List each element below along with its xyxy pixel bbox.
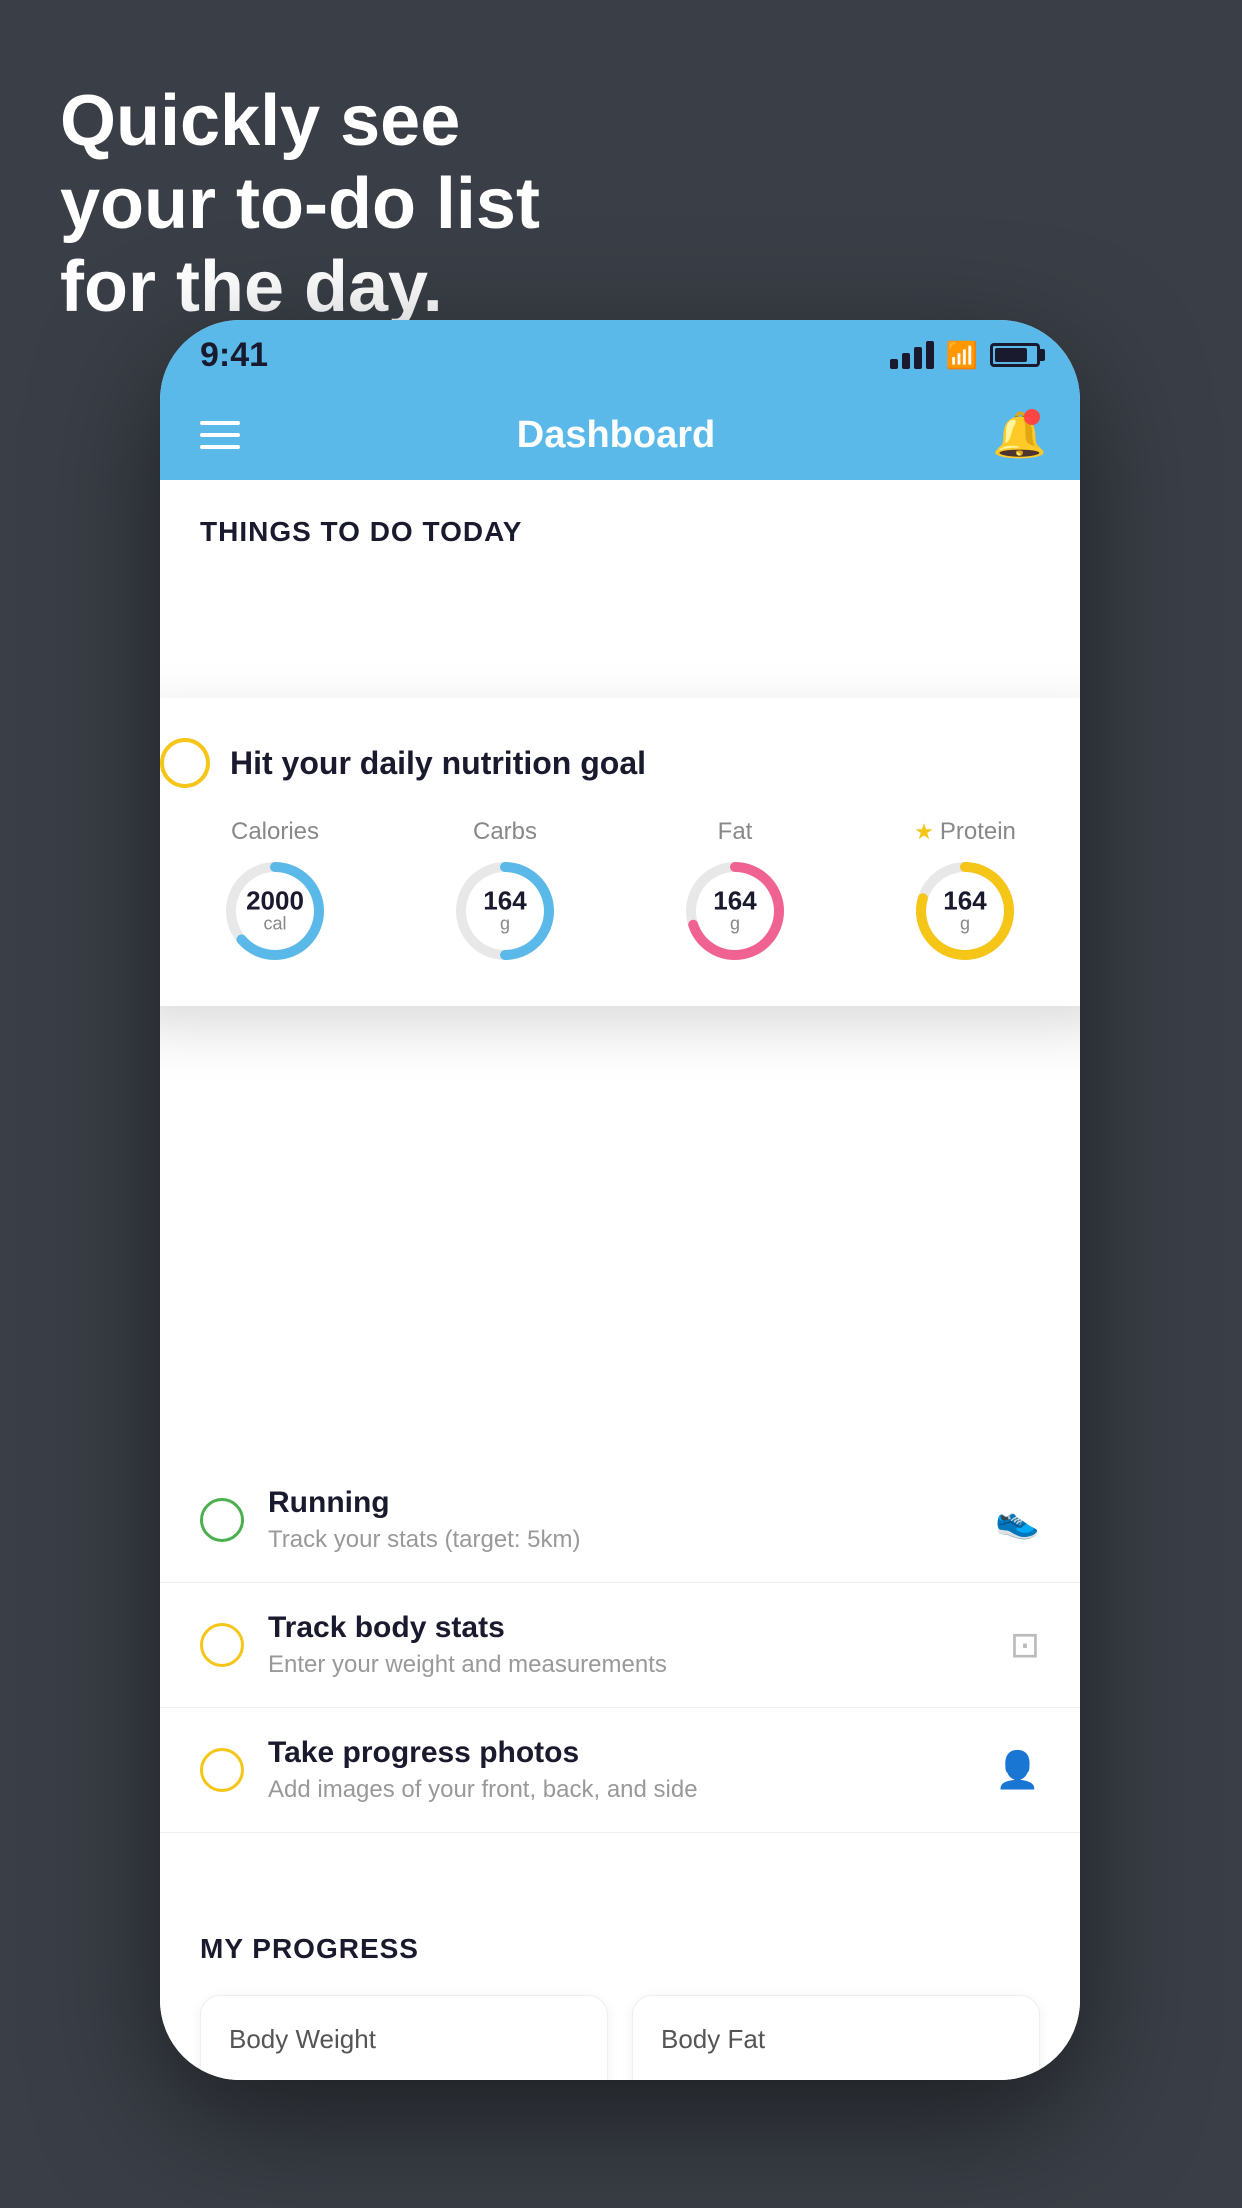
carbs-value: 164 bbox=[483, 888, 526, 914]
menu-button[interactable] bbox=[200, 421, 240, 449]
scale-icon: ⊡ bbox=[1010, 1624, 1040, 1666]
metric-calories: Calories 2000 cal bbox=[220, 818, 330, 966]
progress-card-weight: Body Weight 100 kg bbox=[200, 1995, 608, 2080]
fat-number: 23 bbox=[661, 2075, 723, 2080]
todo-text-progress-photos: Take progress photos Add images of your … bbox=[268, 1736, 971, 1804]
headline-line3: for the day. bbox=[60, 246, 540, 329]
progress-header: MY PROGRESS bbox=[200, 1933, 1040, 1965]
notification-button[interactable]: 🔔 bbox=[992, 409, 1040, 461]
protein-value: 164 bbox=[943, 888, 986, 914]
calories-value: 2000 bbox=[246, 888, 304, 914]
status-bar: 9:41 📶 bbox=[160, 320, 1080, 390]
metric-fat-label: Fat bbox=[718, 818, 753, 846]
progress-cards: Body Weight 100 kg bbox=[200, 1995, 1040, 2080]
phone-mockup: 9:41 📶 Dashboard 🔔 bbox=[160, 320, 1080, 2080]
nutrition-card-title: Hit your daily nutrition goal bbox=[230, 745, 646, 782]
todo-item-progress-photos[interactable]: Take progress photos Add images of your … bbox=[160, 1708, 1080, 1833]
todo-item-body-stats[interactable]: Track body stats Enter your weight and m… bbox=[160, 1583, 1080, 1708]
weight-value-area: 100 kg bbox=[229, 2075, 579, 2080]
nutrition-check-circle bbox=[160, 738, 210, 788]
todo-circle-running bbox=[200, 1498, 244, 1542]
status-time: 9:41 bbox=[200, 336, 268, 375]
metric-carbs-label: Carbs bbox=[473, 818, 537, 846]
nav-title: Dashboard bbox=[517, 414, 715, 457]
todo-circle-progress-photos bbox=[200, 1748, 244, 1792]
todo-text-body-stats: Track body stats Enter your weight and m… bbox=[268, 1611, 986, 1679]
nutrition-card: Hit your daily nutrition goal Calories bbox=[160, 698, 1080, 1006]
calories-donut: 2000 cal bbox=[220, 856, 330, 966]
carbs-unit: g bbox=[483, 914, 526, 935]
metric-fat: Fat 164 g bbox=[680, 818, 790, 966]
status-icons: 📶 bbox=[890, 340, 1040, 371]
fat-donut: 164 g bbox=[680, 856, 790, 966]
weight-card-title: Body Weight bbox=[229, 2024, 579, 2055]
metric-carbs: Carbs 164 g bbox=[450, 818, 560, 966]
todo-title-running: Running bbox=[268, 1486, 971, 1520]
fat-value-area: 23 % bbox=[661, 2075, 1011, 2080]
signal-icon bbox=[890, 341, 934, 369]
things-to-do-header: THINGS TO DO TODAY bbox=[160, 480, 1080, 568]
todo-item-running[interactable]: Running Track your stats (target: 5km) 👟 bbox=[160, 1458, 1080, 1583]
battery-icon bbox=[990, 343, 1040, 367]
star-icon: ★ bbox=[914, 819, 934, 845]
headline: Quickly see your to-do list for the day. bbox=[60, 80, 540, 328]
todo-subtitle-running: Track your stats (target: 5km) bbox=[268, 1526, 971, 1554]
protein-donut: 164 g bbox=[910, 856, 1020, 966]
fat-card-title: Body Fat bbox=[661, 2024, 1011, 2055]
headline-line1: Quickly see bbox=[60, 80, 540, 163]
notification-badge bbox=[1024, 409, 1040, 425]
headline-line2: your to-do list bbox=[60, 163, 540, 246]
metric-calories-label: Calories bbox=[231, 818, 319, 846]
todo-text-running: Running Track your stats (target: 5km) bbox=[268, 1486, 971, 1554]
todo-subtitle-body-stats: Enter your weight and measurements bbox=[268, 1651, 986, 1679]
todo-title-progress-photos: Take progress photos bbox=[268, 1736, 971, 1770]
photo-icon: 👤 bbox=[995, 1749, 1040, 1791]
nav-bar: Dashboard 🔔 bbox=[160, 390, 1080, 480]
fat-value: 164 bbox=[713, 888, 756, 914]
todo-circle-body-stats bbox=[200, 1623, 244, 1667]
running-icon: 👟 bbox=[995, 1499, 1040, 1541]
metric-protein: ★ Protein 164 g bbox=[910, 818, 1020, 966]
todo-subtitle-progress-photos: Add images of your front, back, and side bbox=[268, 1776, 971, 1804]
todo-title-body-stats: Track body stats bbox=[268, 1611, 986, 1645]
todo-list: Running Track your stats (target: 5km) 👟… bbox=[160, 1458, 1080, 1833]
progress-card-fat: Body Fat 23 % bbox=[632, 1995, 1040, 2080]
progress-section: MY PROGRESS Body Weight 100 kg bbox=[160, 1893, 1080, 2080]
weight-number: 100 bbox=[229, 2075, 322, 2080]
nutrition-metrics: Calories 2000 cal bbox=[160, 818, 1080, 966]
metric-protein-label: ★ Protein bbox=[914, 818, 1016, 846]
wifi-icon: 📶 bbox=[946, 340, 978, 371]
calories-unit: cal bbox=[246, 914, 304, 935]
fat-unit: g bbox=[713, 914, 756, 935]
content: THINGS TO DO TODAY Hit your daily nutrit… bbox=[160, 480, 1080, 2080]
protein-unit: g bbox=[943, 914, 986, 935]
carbs-donut: 164 g bbox=[450, 856, 560, 966]
